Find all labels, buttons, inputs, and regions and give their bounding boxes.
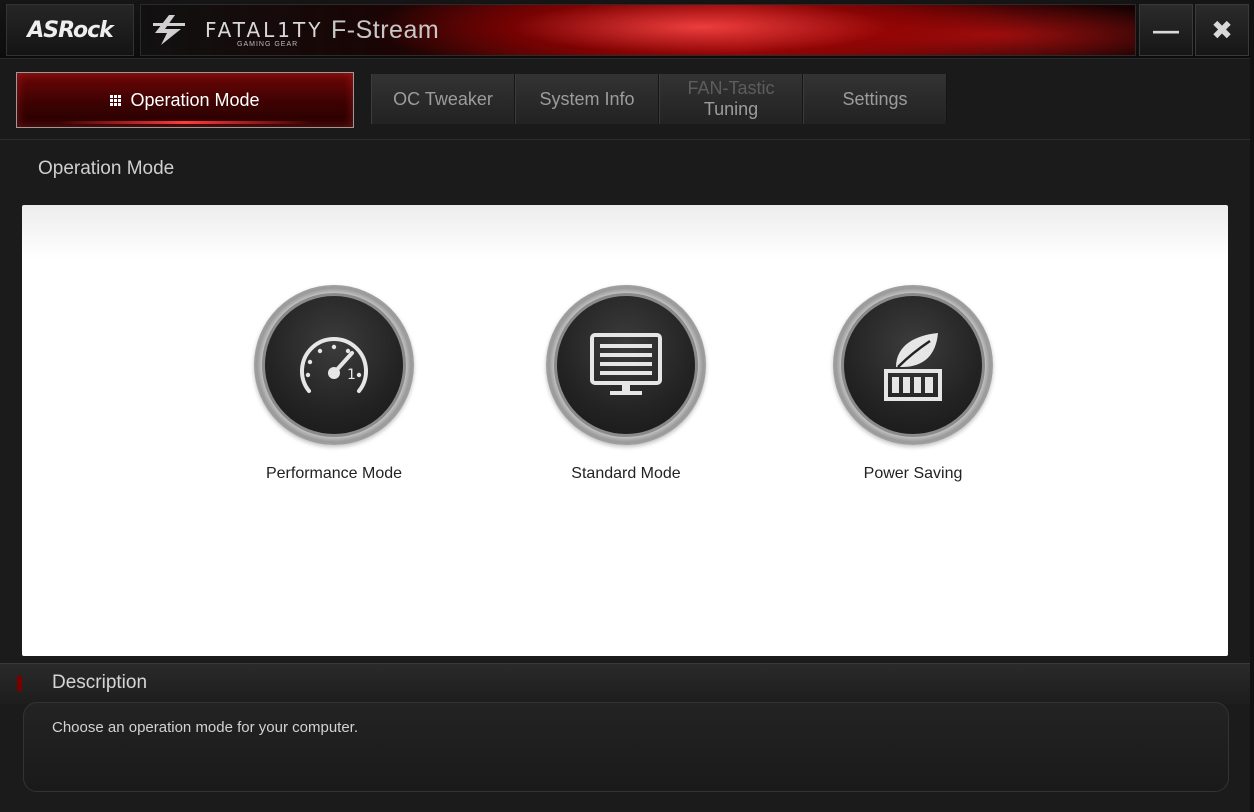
performance-mode-button[interactable]: 1 Performance Mode [224, 285, 444, 483]
tab-fan-tastic-label-bottom: Tuning [703, 99, 759, 119]
tab-oc-tweaker-label: OC Tweaker [393, 88, 493, 109]
brand-text: ASRock [27, 17, 114, 43]
standard-mode-button[interactable]: Standard Mode [516, 285, 736, 483]
tab-group: OC Tweaker System Info FAN-Tastic Tuning… [371, 74, 947, 124]
close-button[interactable]: ✖ [1195, 4, 1249, 56]
power-saving-label: Power Saving [863, 465, 963, 482]
tab-system-info-label: System Info [539, 88, 635, 109]
mode-panel: 1 Performance Mode Standard Mode Power S… [22, 205, 1228, 656]
tab-fan-tastic-label-top: FAN-Tastic [687, 78, 775, 98]
title-bar: ASRock FATAL1TY GAMING GEAR F-Stream — ✖ [0, 0, 1250, 59]
description-text: Choose an operation mode for your comput… [52, 719, 359, 736]
leaf-battery-icon [884, 333, 942, 401]
description-header: Description [0, 663, 1250, 704]
grid-icon [110, 94, 122, 106]
standard-mode-inner [554, 293, 698, 437]
title-banner: FATAL1TY GAMING GEAR F-Stream [140, 4, 1136, 56]
tab-settings[interactable]: Settings [803, 74, 947, 124]
tab-fan-tastic-tuning[interactable]: FAN-Tastic Tuning [659, 74, 803, 124]
minimize-button[interactable]: — [1139, 4, 1193, 56]
gaming-gear-text: GAMING GEAR [237, 41, 299, 48]
power-saving-button[interactable]: Power Saving [803, 285, 1023, 483]
tab-system-info[interactable]: System Info [515, 74, 659, 124]
power-saving-circle[interactable] [833, 285, 993, 445]
app-window: ASRock FATAL1TY GAMING GEAR F-Stream — ✖… [0, 0, 1250, 812]
tab-settings-label: Settings [842, 88, 908, 109]
svg-text:1: 1 [347, 367, 356, 383]
minimize-icon: — [1153, 14, 1179, 45]
monitor-icon [590, 333, 662, 395]
performance-mode-circle[interactable]: 1 [254, 285, 414, 445]
description-title: Description [52, 672, 148, 693]
section-title: Operation Mode [38, 158, 175, 179]
tab-operation-mode-label: Operation Mode [130, 89, 260, 110]
close-icon: ✖ [1211, 14, 1233, 45]
tab-oc-tweaker[interactable]: OC Tweaker [371, 74, 515, 124]
fatal1ty-text: FATAL1TY [205, 18, 324, 42]
standard-mode-circle[interactable] [546, 285, 706, 445]
speedometer-icon: 1 [300, 337, 368, 393]
tab-bar: Operation Mode OC Tweaker System Info FA… [0, 59, 1250, 140]
performance-mode-inner: 1 [262, 293, 406, 437]
performance-mode-label: Performance Mode [265, 465, 403, 482]
asrock-logo: ASRock [6, 4, 134, 56]
description-marker-icon [17, 676, 22, 691]
standard-mode-label: Standard Mode [571, 465, 681, 482]
description-box: Choose an operation mode for your comput… [23, 702, 1229, 792]
tab-operation-mode[interactable]: Operation Mode [16, 72, 354, 128]
app-title: F-Stream [331, 16, 440, 44]
power-saving-inner [841, 293, 985, 437]
fatal1ty-logo-icon [153, 15, 185, 45]
